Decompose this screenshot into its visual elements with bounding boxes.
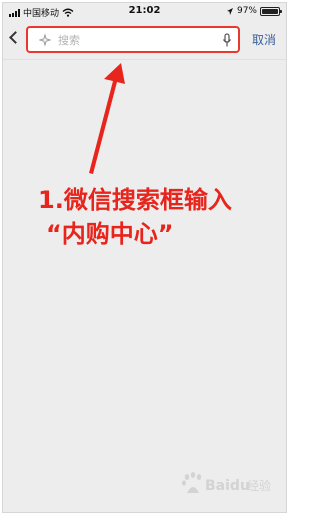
annotation-line-1: 1.微信搜索框输入 [38,186,232,214]
phone-screen: 中国移动 21:02 97% 搜索 取消 1.微信搜索框输入 “内购中心” Ba… [2,2,287,513]
annotation-text: 1.微信搜索框输入 “内购中心” [38,183,286,251]
search-icon [39,34,51,46]
status-right: 97% [226,6,282,16]
back-icon[interactable] [9,31,22,44]
annotation-line-2: “内购中心” [46,220,174,248]
status-bar: 中国移动 21:02 97% [3,3,286,21]
battery-fill [262,8,278,14]
battery-tip [280,9,282,13]
svg-text:Baidu: Baidu [205,478,250,494]
baidu-watermark-logo: Baidu 经验 [182,472,271,494]
mic-icon[interactable] [222,33,232,48]
search-input[interactable]: 搜索 [26,26,240,53]
battery-icon [260,6,282,16]
cancel-button[interactable]: 取消 [252,31,276,48]
search-bar: 搜索 取消 [3,21,286,60]
annotation-arrow [89,63,125,174]
battery-percent: 97% [236,6,257,16]
svg-text:经验: 经验 [247,478,271,493]
location-icon [226,7,233,15]
search-placeholder: 搜索 [58,34,80,47]
